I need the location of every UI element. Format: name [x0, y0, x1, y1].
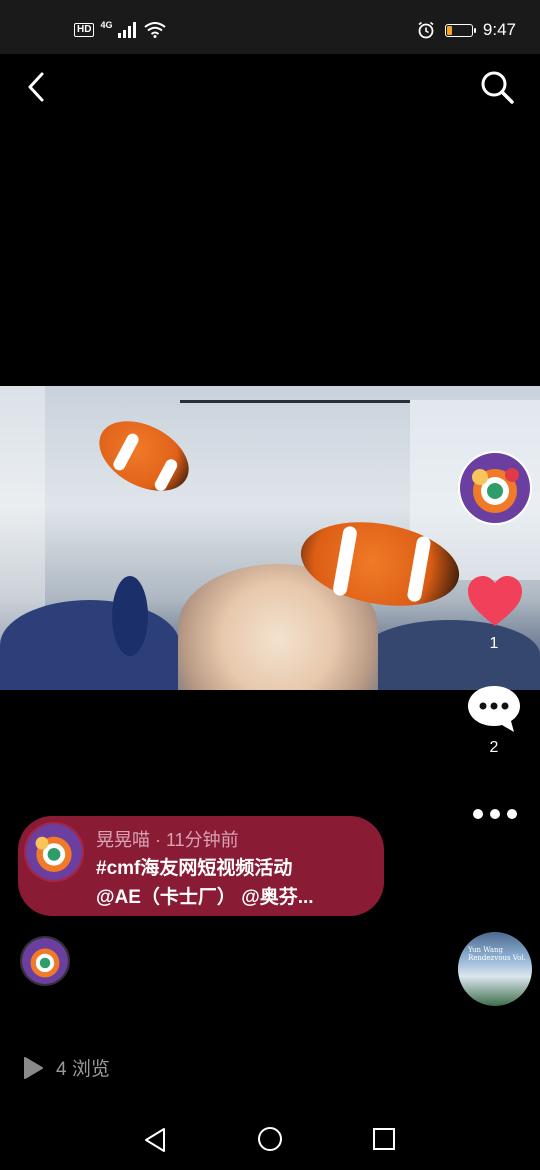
- comment-count: 2: [489, 739, 499, 756]
- like-count: 1: [489, 635, 499, 652]
- caption-hashtag[interactable]: #cmf海友网短视频活动: [96, 853, 292, 880]
- alarm-icon: [418, 21, 434, 39]
- avatar-image: [460, 453, 530, 523]
- music-disc-subtitle: Rendezvous Vol.: [468, 954, 526, 962]
- nav-recent-icon[interactable]: [372, 1127, 396, 1151]
- author-avatar[interactable]: [458, 451, 532, 525]
- blue-fish: [112, 576, 148, 656]
- network-indicators: HD 4G: [74, 20, 167, 38]
- video-player[interactable]: [0, 386, 540, 690]
- view-count-label: 4 浏览: [56, 1059, 110, 1080]
- music-disc[interactable]: Yun Wang Rendezvous Vol.: [458, 932, 532, 1006]
- view-count: 4 浏览: [22, 1054, 110, 1081]
- play-icon: [24, 1056, 43, 1079]
- caption-meta: 晃晃喵 · 11分钟前: [96, 830, 239, 850]
- heart-icon[interactable]: [466, 574, 524, 628]
- nav-home-icon[interactable]: [257, 1126, 283, 1152]
- more-options-icon[interactable]: [472, 806, 518, 822]
- back-arrow-icon[interactable]: [22, 70, 54, 104]
- clownfish: [87, 406, 201, 506]
- music-disc-title: Yun Wang: [468, 946, 504, 954]
- nav-back-icon[interactable]: [142, 1126, 168, 1154]
- user-avatar[interactable]: [20, 936, 70, 986]
- wifi-icon: [144, 22, 167, 38]
- battery-level: [446, 25, 453, 35]
- caption-avatar[interactable]: [24, 822, 84, 882]
- caption-mentions[interactable]: @AE（卡士厂） @奥芬...: [96, 882, 314, 909]
- clock: 9:47: [482, 20, 516, 39]
- network-type: 4G: [100, 20, 113, 30]
- avatar-image: [22, 938, 68, 984]
- status-right: 9:47: [417, 20, 516, 40]
- comment-icon[interactable]: [466, 684, 522, 734]
- battery-icon: [444, 23, 476, 37]
- hd-icon: HD: [74, 23, 95, 37]
- search-icon[interactable]: [478, 68, 516, 106]
- signal-icon: [118, 22, 137, 38]
- avatar-image: [26, 824, 82, 880]
